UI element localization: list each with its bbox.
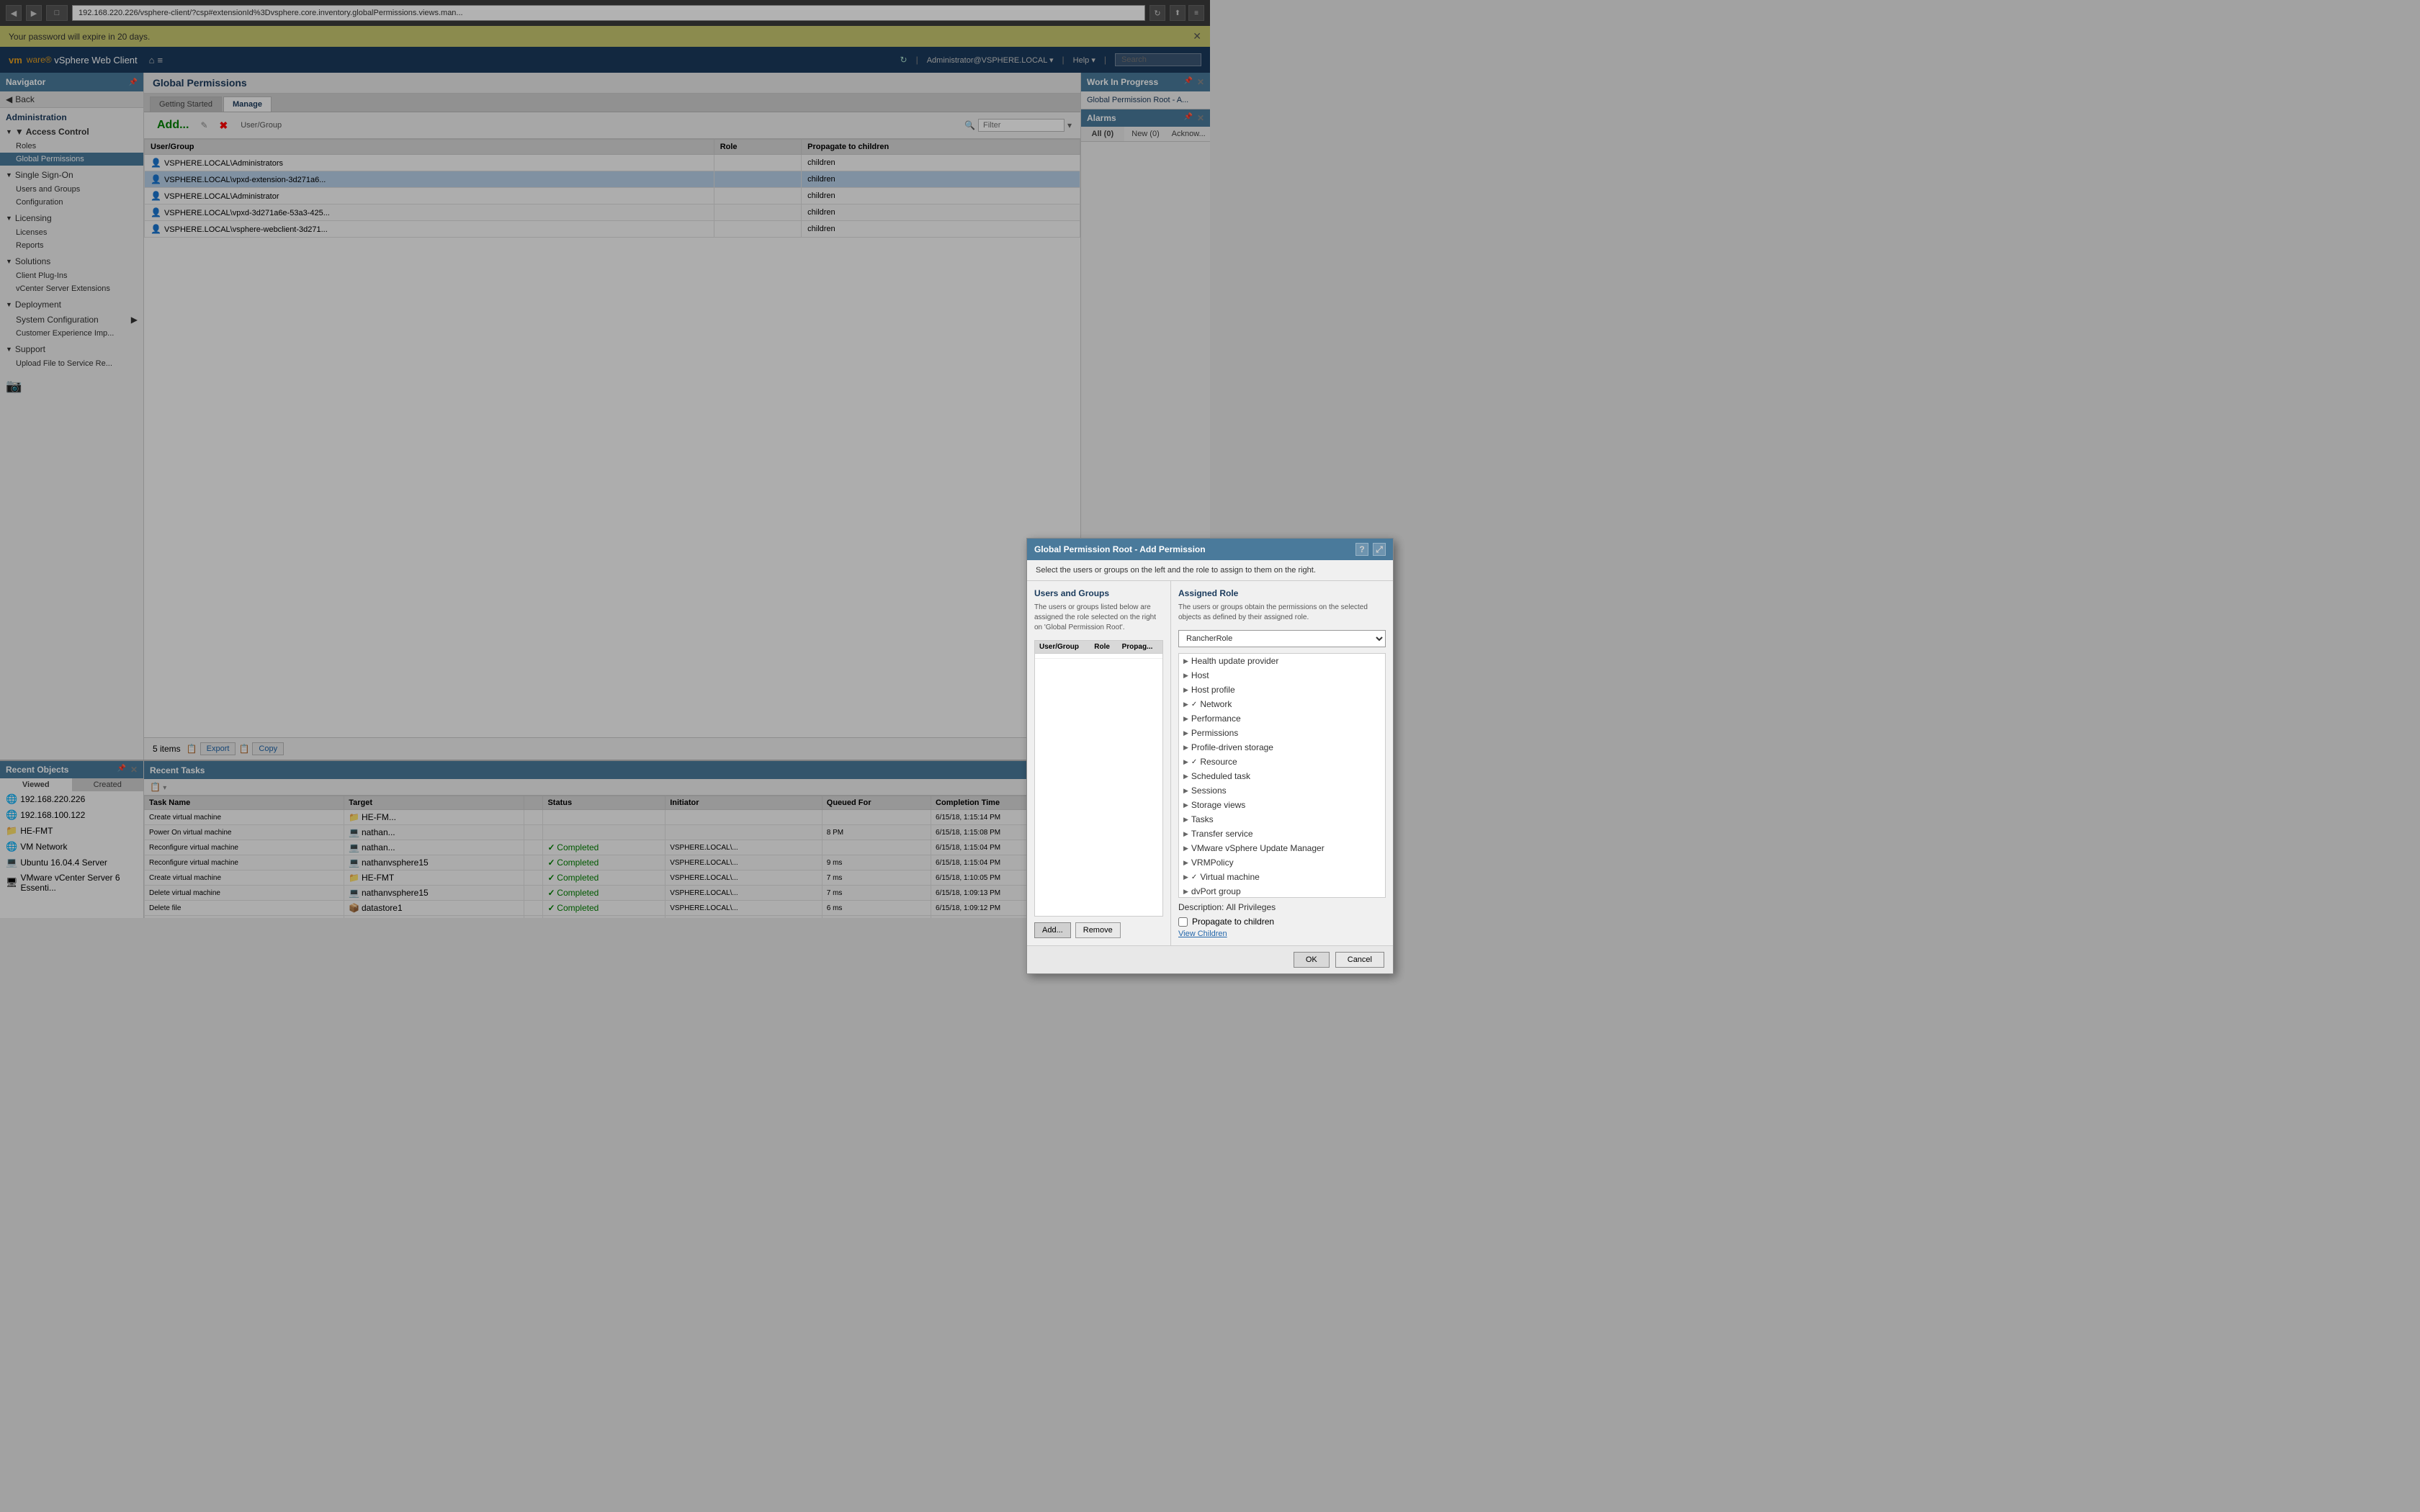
- modal-cancel-button[interactable]: Cancel: [1335, 952, 1384, 968]
- modal-assigned-role-desc: The users or groups obtain the permissio…: [1178, 603, 1386, 623]
- expand-arrow-icon: ▶: [1183, 686, 1188, 694]
- expand-arrow-icon: ▶: [1183, 859, 1188, 867]
- expand-arrow-icon: ▶: [1183, 888, 1188, 896]
- role-checked-icon: ✓: [1191, 701, 1197, 708]
- view-children-link[interactable]: View Children: [1178, 930, 1386, 938]
- role-select[interactable]: RancherRole: [1178, 630, 1386, 647]
- modal-overlay: Global Permission Root - Add Permission …: [0, 0, 2420, 1512]
- modal-expand-icon[interactable]: ⤢: [1373, 543, 1386, 556]
- role-tree-item[interactable]: ▶ Sessions: [1179, 783, 1385, 798]
- role-tree-item[interactable]: ▶ Tasks: [1179, 812, 1385, 827]
- role-item-name: Host: [1191, 670, 1209, 680]
- role-item-name: Health update provider: [1191, 656, 1278, 666]
- modal-ok-button[interactable]: OK: [1294, 952, 1330, 968]
- role-item-name: Tasks: [1191, 814, 1214, 824]
- role-item-name: VMware vSphere Update Manager: [1191, 843, 1325, 853]
- description-label: Description:: [1178, 902, 1224, 912]
- mini-col-role: Role: [1090, 641, 1117, 654]
- expand-arrow-icon: ▶: [1183, 715, 1188, 723]
- expand-arrow-icon: ▶: [1183, 801, 1188, 809]
- role-item-name: Host profile: [1191, 685, 1235, 695]
- role-item-name: Resource: [1200, 757, 1237, 767]
- mini-row-user: [1035, 654, 1162, 659]
- expand-arrow-icon: ▶: [1183, 758, 1188, 766]
- expand-arrow-icon: ▶: [1183, 773, 1188, 780]
- modal-users-groups-section: Users and Groups The users or groups lis…: [1027, 581, 1171, 945]
- modal-titlebar: Global Permission Root - Add Permission …: [1027, 539, 1393, 560]
- expand-arrow-icon: ▶: [1183, 729, 1188, 737]
- role-item-name: Performance: [1191, 714, 1241, 724]
- role-item-name: Network: [1200, 699, 1232, 709]
- role-item-name: Virtual machine: [1200, 872, 1260, 882]
- role-tree-item[interactable]: ▶ ✓ Virtual machine: [1179, 870, 1385, 884]
- role-tree-item[interactable]: ▶ Performance: [1179, 711, 1385, 726]
- modal-title-icons: ? ⤢: [1355, 543, 1386, 556]
- role-item-name: dvPort group: [1191, 886, 1241, 896]
- mini-col-propagate: Propag...: [1118, 641, 1162, 654]
- role-item-name: Scheduled task: [1191, 771, 1250, 781]
- role-tree-item[interactable]: ▶ Health update provider: [1179, 654, 1385, 668]
- role-tree-item[interactable]: ▶ Storage views: [1179, 798, 1385, 812]
- mini-col-user: User/Group: [1035, 641, 1090, 654]
- expand-arrow-icon: ▶: [1183, 787, 1188, 795]
- role-tree-item[interactable]: ▶ Profile-driven storage: [1179, 740, 1385, 755]
- modal-add-button[interactable]: Add...: [1034, 922, 1071, 938]
- role-item-name: Permissions: [1191, 728, 1238, 738]
- expand-arrow-icon: ▶: [1183, 845, 1188, 852]
- role-item-name: Profile-driven storage: [1191, 742, 1273, 752]
- role-checked-icon: ✓: [1191, 758, 1197, 766]
- modal-footer: OK Cancel: [1027, 945, 1393, 973]
- modal-propagate-checkbox-area: Propagate to children: [1178, 917, 1386, 927]
- expand-arrow-icon: ▶: [1183, 744, 1188, 752]
- expand-arrow-icon: ▶: [1183, 830, 1188, 838]
- role-tree-item[interactable]: ▶ Transfer service: [1179, 827, 1385, 841]
- modal-mini-table: User/Group Role Propag...: [1035, 641, 1162, 659]
- role-tree-item[interactable]: ▶ Host profile: [1179, 683, 1385, 697]
- modal-users-table: User/Group Role Propag...: [1034, 640, 1163, 917]
- role-tree-item[interactable]: ▶ dvPort group: [1179, 884, 1385, 898]
- role-tree-item[interactable]: ▶ Permissions: [1179, 726, 1385, 740]
- add-permission-modal: Global Permission Root - Add Permission …: [1026, 538, 1394, 974]
- table-row[interactable]: [1035, 654, 1162, 659]
- modal-description: Select the users or groups on the left a…: [1027, 560, 1393, 581]
- modal-assigned-role-section: Assigned Role The users or groups obtain…: [1171, 581, 1393, 945]
- role-item-name: Sessions: [1191, 786, 1227, 796]
- role-tree-item[interactable]: ▶ VMware vSphere Update Manager: [1179, 841, 1385, 855]
- modal-users-groups-title: Users and Groups: [1034, 588, 1163, 598]
- modal-help-icon[interactable]: ?: [1355, 543, 1368, 556]
- role-tree: ▶ Health update provider ▶ Host ▶ Host p…: [1178, 653, 1386, 898]
- expand-arrow-icon: ▶: [1183, 873, 1188, 881]
- expand-arrow-icon: ▶: [1183, 672, 1188, 680]
- modal-title: Global Permission Root - Add Permission: [1034, 544, 1206, 554]
- role-dropdown-area: RancherRole: [1178, 630, 1386, 647]
- modal-remove-button[interactable]: Remove: [1075, 922, 1121, 938]
- role-item-name: Storage views: [1191, 800, 1245, 810]
- description-value: All Privileges: [1226, 902, 1276, 912]
- role-tree-item[interactable]: ▶ VRMPolicy: [1179, 855, 1385, 870]
- modal-body: Users and Groups The users or groups lis…: [1027, 581, 1393, 945]
- role-tree-item[interactable]: ▶ Host: [1179, 668, 1385, 683]
- role-tree-item[interactable]: ▶ ✓ Network: [1179, 697, 1385, 711]
- expand-arrow-icon: ▶: [1183, 816, 1188, 824]
- propagate-checkbox[interactable]: [1178, 917, 1188, 927]
- role-item-name: VRMPolicy: [1191, 858, 1234, 868]
- modal-add-remove-area: Add... Remove: [1034, 922, 1163, 938]
- modal-assigned-role-title: Assigned Role: [1178, 588, 1386, 598]
- modal-users-groups-desc: The users or groups listed below are ass…: [1034, 603, 1163, 633]
- role-item-name: Transfer service: [1191, 829, 1253, 839]
- role-tree-item[interactable]: ▶ ✓ Resource: [1179, 755, 1385, 769]
- expand-arrow-icon: ▶: [1183, 701, 1188, 708]
- modal-role-description-area: Description: All Privileges: [1178, 898, 1386, 917]
- expand-arrow-icon: ▶: [1183, 657, 1188, 665]
- role-checked-icon: ✓: [1191, 873, 1197, 881]
- role-tree-item[interactable]: ▶ Scheduled task: [1179, 769, 1385, 783]
- propagate-label: Propagate to children: [1192, 917, 1274, 927]
